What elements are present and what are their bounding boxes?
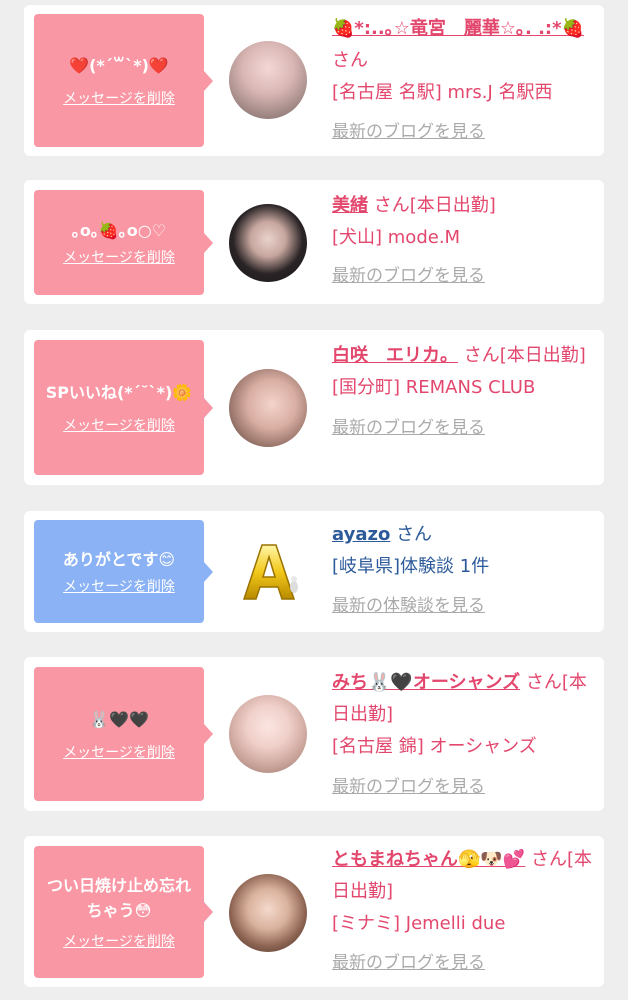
message-card: ｡o｡🍓｡o○♡ メッセージを削除 美緒 さん[本日出勤] [犬山] mode.… [24,180,604,304]
delete-message-link[interactable]: メッセージを削除 [63,88,175,108]
latest-blog-link[interactable]: 最新のブログを見る [332,260,485,292]
message-bubble: ❤️(*´꒳`*)❤️ メッセージを削除 [34,14,213,147]
letter-a-icon-svg [242,544,298,600]
latest-blog-link[interactable]: 最新のブログを見る [332,412,485,444]
shop-location: [国分町] REMANS CLUB [332,377,536,398]
avatar[interactable] [229,874,307,952]
message-text: 🐰🖤🖤 [89,709,149,729]
review-location: [岐阜県]体験談 1件 [332,556,490,577]
sender-info: ayazo さん [岐阜県]体験談 1件 最新の体験談を見る [332,519,598,622]
sender-info: みち🐰🖤オーシャンズ さん[本日出勤] [名古屋 錦] オーシャンズ 最新のブロ… [332,667,598,803]
message-card: つい日焼け止め忘れちゃう😳 メッセージを削除 ともまねちゃん🫣🐶💕 さん[本日出… [24,836,604,987]
latest-blog-link[interactable]: 最新のブログを見る [332,771,485,803]
shop-location: [ミナミ] Jemelli due [332,913,506,934]
san-suffix: さん [332,50,368,71]
work-status: [本日出勤] [409,195,496,216]
sender-info: 美緒 さん[本日出勤] [犬山] mode.M 最新のブログを見る [332,190,598,292]
delete-message-link[interactable]: メッセージを削除 [63,576,175,596]
message-bubble: SPいいね(*´˘`*)🌼 メッセージを削除 [34,340,213,475]
message-bubble: つい日焼け止め忘れちゃう😳 メッセージを削除 [34,846,213,978]
latest-blog-link[interactable]: 最新のブログを見る [332,116,485,148]
sender-name-link[interactable]: 🍓*:..｡☆竜宮 麗華☆｡. .:*🍓 [332,18,584,39]
delete-message-link[interactable]: メッセージを削除 [63,742,175,762]
letter-a-icon[interactable] [236,537,306,607]
sender-name-link[interactable]: 白咲 エリカ。 [332,345,458,366]
san-suffix: さん [373,195,410,216]
sender-name-link[interactable]: みち🐰🖤オーシャンズ [332,672,520,693]
message-bubble: ｡o｡🍓｡o○♡ メッセージを削除 [34,190,213,295]
san-suffix: さん [525,672,562,693]
message-text: つい日焼け止め忘れちゃう😳 [46,876,191,920]
message-card: SPいいね(*´˘`*)🌼 メッセージを削除 白咲 エリカ。 さん[本日出勤] … [24,330,604,485]
latest-blog-link[interactable]: 最新のブログを見る [332,947,485,979]
avatar[interactable] [229,41,307,119]
san-suffix: さん [396,524,433,545]
message-bubble: 🐰🖤🖤 メッセージを削除 [34,667,213,801]
message-bubble: ありがとです😊 メッセージを削除 [34,520,213,623]
message-text: SPいいね(*´˘`*)🌼 [45,383,193,402]
avatar[interactable] [229,695,307,773]
sender-info: 白咲 エリカ。 さん[本日出勤] [国分町] REMANS CLUB 最新のブロ… [332,340,598,444]
shop-location: [名古屋 名駅] mrs.J 名駅西 [332,82,553,103]
san-suffix: さん [530,849,567,870]
san-suffix: さん [463,345,500,366]
avatar[interactable] [229,204,307,282]
work-status: [本日出勤] [499,345,586,366]
sender-name-link[interactable]: ayazo [332,524,390,545]
shop-location: [名古屋 錦] オーシャンズ [332,736,537,757]
message-text: ❤️(*´꒳`*)❤️ [69,56,169,75]
sender-name-link[interactable]: ともまねちゃん🫣🐶💕 [332,849,525,870]
avatar[interactable] [229,369,307,447]
delete-message-link[interactable]: メッセージを削除 [63,415,175,435]
message-card: ❤️(*´꒳`*)❤️ メッセージを削除 🍓*:..｡☆竜宮 麗華☆｡. .:*… [24,5,604,156]
latest-review-link[interactable]: 最新の体験談を見る [332,590,485,622]
sender-name-link[interactable]: 美緒 [332,195,368,216]
delete-message-link[interactable]: メッセージを削除 [63,247,175,267]
shop-location: [犬山] mode.M [332,227,461,248]
message-card: 🐰🖤🖤 メッセージを削除 みち🐰🖤オーシャンズ さん[本日出勤] [名古屋 錦]… [24,657,604,811]
message-card: ありがとです😊 メッセージを削除 ayazo さん [岐阜県]体験談 1件 最新… [24,511,604,632]
sender-info: ともまねちゃん🫣🐶💕 さん[本日出勤] [ミナミ] Jemelli due 最新… [332,844,598,979]
sender-info: 🍓*:..｡☆竜宮 麗華☆｡. .:*🍓 さん [名古屋 名駅] mrs.J 名… [332,13,598,148]
message-text: ありがとです😊 [62,550,176,569]
message-text: ｡o｡🍓｡o○♡ [71,221,167,240]
delete-message-link[interactable]: メッセージを削除 [63,931,175,951]
